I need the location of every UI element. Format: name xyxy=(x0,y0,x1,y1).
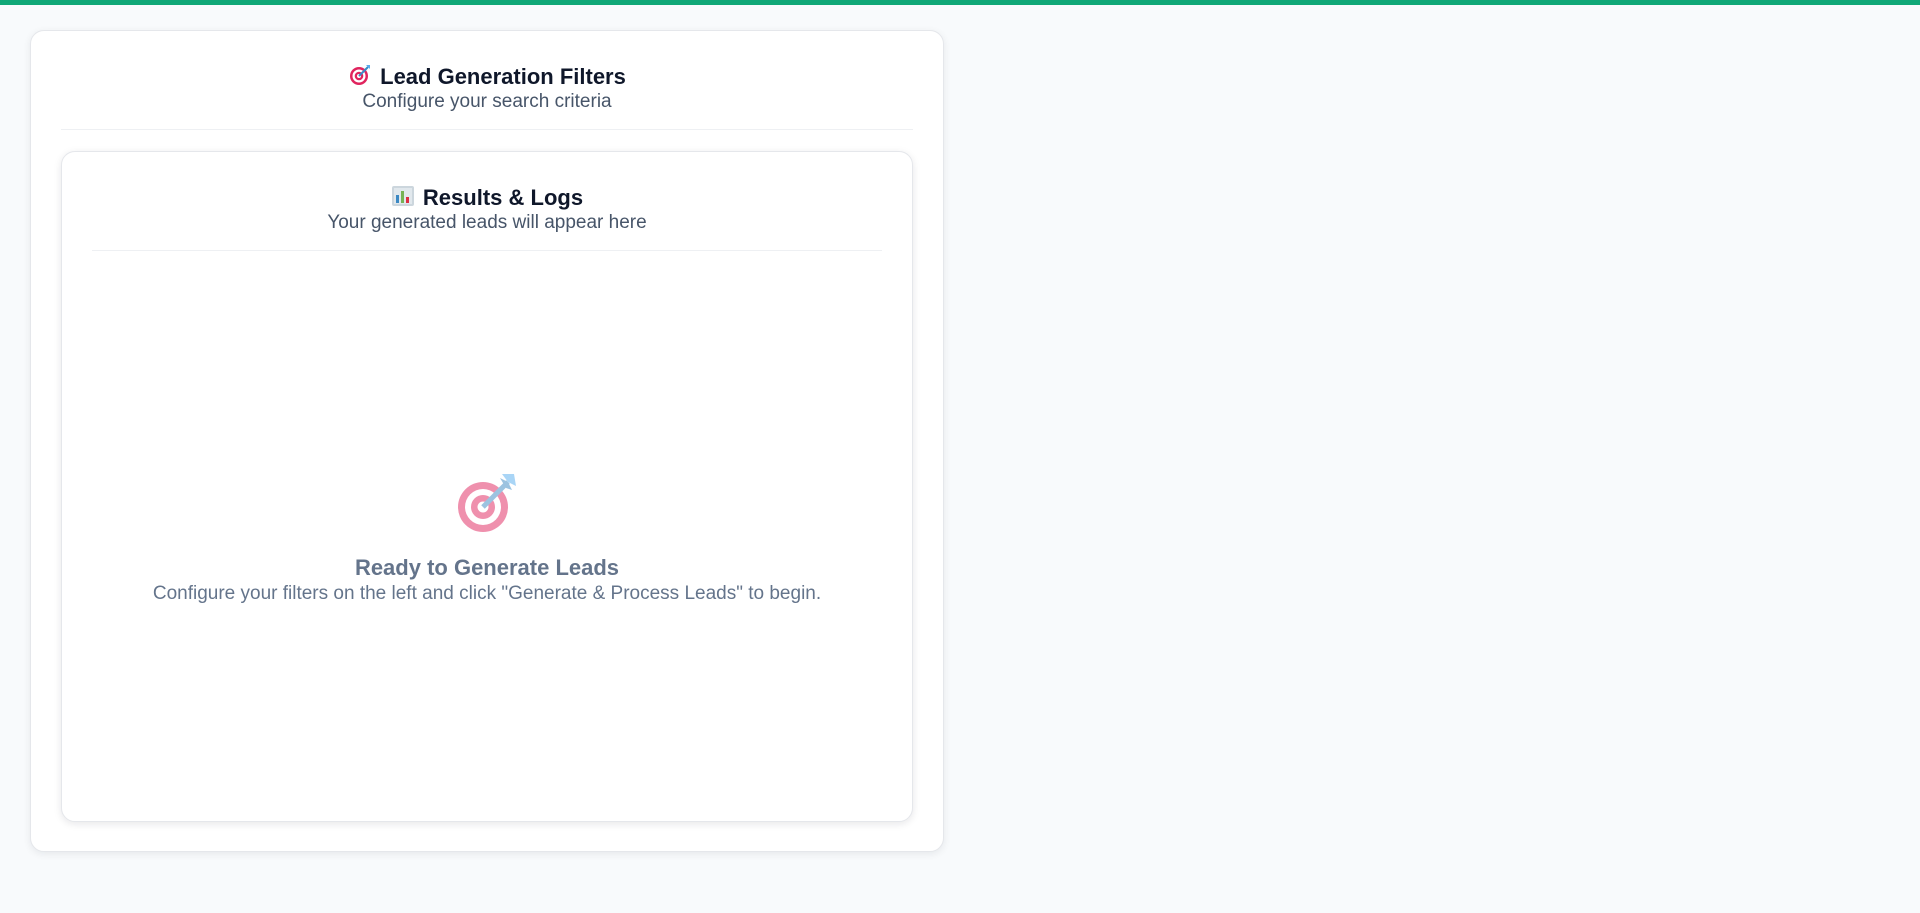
filters-panel-title: Lead Generation Filters xyxy=(380,64,626,89)
empty-state-description: Configure your filters on the left and c… xyxy=(152,583,822,604)
empty-state-title: Ready to Generate Leads xyxy=(354,555,620,580)
results-panel-subtitle: Your generated leads will appear here xyxy=(327,212,647,233)
results-panel-title: Results & Logs xyxy=(422,185,584,210)
results-panel-header: Results & Logs Your generated leads will… xyxy=(92,152,882,251)
target-icon xyxy=(456,472,518,534)
bar-chart-icon xyxy=(391,184,415,213)
empty-state: Ready to Generate Leads Configure your f… xyxy=(62,472,912,606)
filters-panel-header: Lead Generation Filters Configure your s… xyxy=(61,31,913,130)
results-title-row: Results & Logs xyxy=(92,185,882,211)
target-icon xyxy=(348,63,372,92)
results-logs-panel: Results & Logs Your generated leads will… xyxy=(61,151,913,822)
filters-panel-subtitle: Configure your search criteria xyxy=(362,91,612,112)
lead-filters-panel: Lead Generation Filters Configure your s… xyxy=(30,30,944,852)
filters-title-row: Lead Generation Filters xyxy=(61,64,913,90)
top-accent-bar xyxy=(0,0,1920,5)
